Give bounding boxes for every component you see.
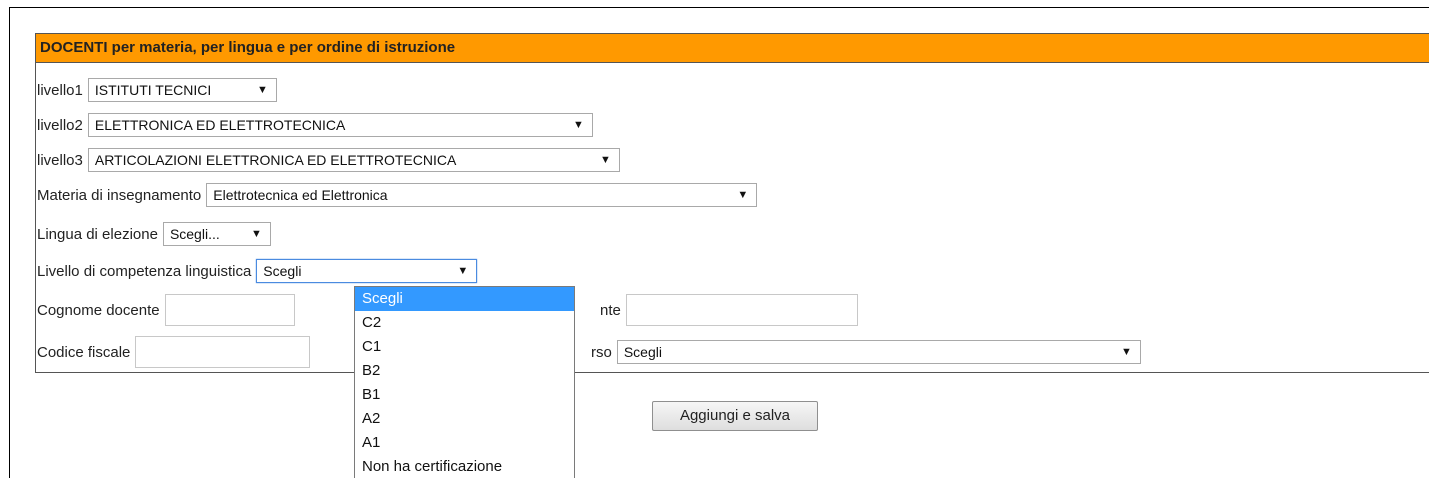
row-corso: rso Scegli ▼ [591, 339, 1141, 365]
dropdown-arrow-icon: ▼ [599, 154, 611, 166]
row-lingua: Lingua di elezione Scegli... ▼ [37, 221, 271, 247]
row-cognome: Cognome docente [37, 293, 295, 327]
dropdown-arrow-icon: ▼ [1120, 346, 1132, 358]
livello1-select[interactable]: ISTITUTI TECNICI ▼ [87, 78, 277, 102]
dropdown-option-c1[interactable]: C1 [355, 335, 574, 359]
row-livello2: livello2 ELETTRONICA ED ELETTROTECNICA ▼ [37, 112, 593, 138]
row-livello1: livello1 ISTITUTI TECNICI ▼ [37, 77, 277, 103]
materia-label: Materia di insegnamento [37, 186, 202, 204]
livello2-label: livello2 [37, 116, 83, 134]
row-nome: nte [600, 293, 858, 327]
livello-competenza-dropdown-list: Scegli C2 C1 B2 B1 A2 A1 Non ha certific… [354, 286, 575, 478]
livello-competenza-label: Livello di competenza linguistica [37, 262, 252, 280]
row-codice-fiscale: Codice fiscale [37, 335, 311, 369]
livello3-label: livello3 [37, 151, 83, 169]
codice-fiscale-label: Codice fiscale [37, 343, 131, 361]
dropdown-arrow-icon: ▼ [572, 119, 584, 131]
codice-fiscale-input[interactable] [135, 336, 311, 368]
dropdown-option-scegli[interactable]: Scegli [355, 287, 574, 311]
dropdown-option-a1[interactable]: A1 [355, 431, 574, 455]
cognome-label: Cognome docente [37, 301, 160, 319]
save-button[interactable]: Aggiungi e salva [652, 401, 818, 431]
corso-select[interactable]: Scegli ▼ [616, 340, 1141, 364]
livello3-select[interactable]: ARTICOLAZIONI ELETTRONICA ED ELETTROTECN… [87, 148, 620, 172]
dropdown-option-non-ha-certificazione[interactable]: Non ha certificazione [355, 455, 574, 479]
row-livello3: livello3 ARTICOLAZIONI ELETTRONICA ED EL… [37, 147, 620, 173]
form-panel: DOCENTI per materia, per lingua e per or… [35, 33, 1429, 373]
dropdown-option-b1[interactable]: B1 [355, 383, 574, 407]
nome-label-fragment: nte [600, 301, 621, 319]
form-title: DOCENTI per materia, per lingua e per or… [36, 34, 1429, 63]
dropdown-option-b2[interactable]: B2 [355, 359, 574, 383]
dropdown-arrow-icon: ▼ [256, 84, 268, 96]
materia-select[interactable]: Elettrotecnica ed Elettronica ▼ [206, 183, 758, 207]
dropdown-arrow-icon: ▼ [737, 189, 749, 201]
dropdown-option-a2[interactable]: A2 [355, 407, 574, 431]
livello2-select[interactable]: ELETTRONICA ED ELETTROTECNICA ▼ [87, 113, 593, 137]
dropdown-arrow-icon: ▼ [457, 265, 469, 277]
corso-label-fragment: rso [591, 343, 612, 361]
lingua-select[interactable]: Scegli... ▼ [162, 222, 271, 246]
dropdown-option-c2[interactable]: C2 [355, 311, 574, 335]
row-materia: Materia di insegnamento Elettrotecnica e… [37, 182, 758, 208]
nome-input[interactable] [625, 294, 858, 326]
livello1-label: livello1 [37, 81, 83, 99]
cognome-input[interactable] [164, 294, 295, 326]
livello-competenza-select[interactable]: Scegli ▼ [256, 259, 478, 283]
row-livello-competenza: Livello di competenza linguistica Scegli… [37, 258, 478, 284]
dropdown-arrow-icon: ▼ [251, 228, 262, 240]
lingua-label: Lingua di elezione [37, 225, 158, 243]
